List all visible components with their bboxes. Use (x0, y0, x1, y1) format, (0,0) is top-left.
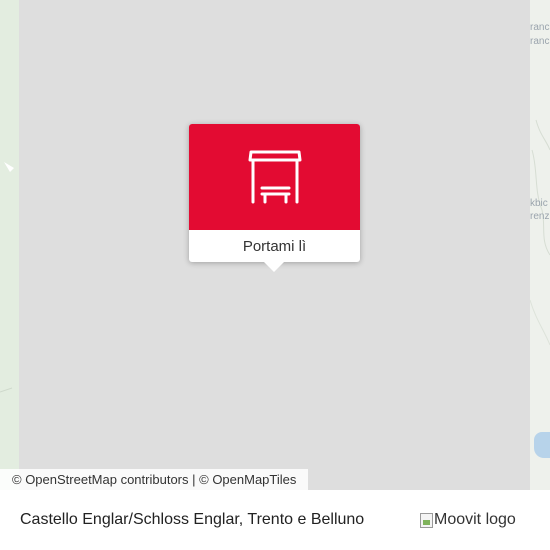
footer-bar: Castello Englar/Schloss Englar, Trento e… (0, 490, 550, 550)
map-place-label: ranc (530, 22, 550, 33)
map-forest-edge (0, 0, 19, 490)
map-edge-roads (0, 162, 14, 393)
moovit-logo-alt-text: Moovit logo (434, 511, 516, 528)
openstreetmap-link[interactable]: © OpenStreetMap contributors (12, 472, 189, 487)
bus-stop-shelter-icon (248, 150, 301, 204)
take-me-there-button[interactable]: Portami lì (189, 230, 360, 262)
map-attribution: © OpenStreetMap contributors | © OpenMap… (0, 469, 309, 490)
moovit-logo[interactable]: Moovit logo (420, 511, 516, 529)
broken-image-icon (420, 512, 433, 528)
map-right-edge: ranc ranc kbic renz (530, 0, 550, 490)
stop-popup-header (189, 124, 360, 230)
map-lake (534, 432, 550, 458)
map-place-label: ranc (530, 36, 550, 47)
stop-name: Castello Englar/Schloss Englar, Trento e… (20, 511, 365, 528)
popup-pointer (264, 262, 284, 272)
map-canvas[interactable]: ranc ranc kbic renz Portami lì © OpenStr… (0, 0, 550, 490)
stop-popup[interactable]: Portami lì (189, 124, 360, 262)
map-edge-terrain (530, 119, 550, 346)
openmaptiles-link[interactable]: © OpenMapTiles (199, 472, 296, 487)
map-place-label: renz (530, 211, 550, 222)
map-place-label: kbic (530, 198, 548, 209)
